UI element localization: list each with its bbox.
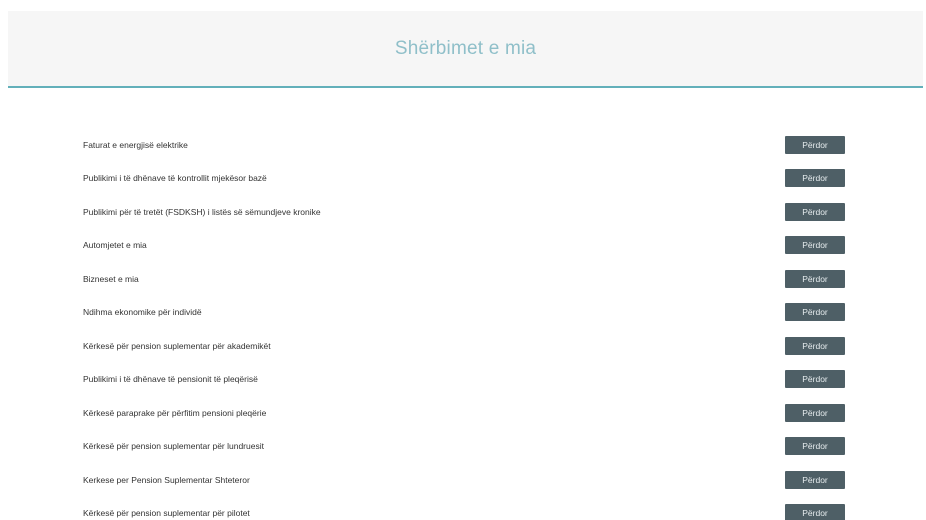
use-service-button[interactable]: Përdor: [785, 169, 845, 188]
service-row: Automjetet e mia Përdor: [0, 229, 926, 263]
use-service-button[interactable]: Përdor: [785, 403, 845, 422]
service-label: Kërkesë paraprake për përfitim pensioni …: [83, 407, 267, 418]
page-header: Shërbimet e mia: [8, 11, 923, 88]
service-row: Bizneset e mia Përdor: [0, 262, 926, 296]
service-row: Kerkese per Pension Suplementar Shtetero…: [0, 463, 926, 497]
services-list: Faturat e energjisë elektrike Përdor Pub…: [0, 128, 926, 520]
service-row: Publikimi i të dhënave të kontrollit mje…: [0, 162, 926, 196]
service-label: Publikimi i të dhënave të kontrollit mje…: [83, 173, 267, 184]
service-row: Ndihma ekonomike për individë Përdor: [0, 296, 926, 330]
service-row: Faturat e energjisë elektrike Përdor: [0, 128, 926, 162]
service-row: Kërkesë për pension suplementar për lund…: [0, 430, 926, 464]
service-label: Ndihma ekonomike për individë: [83, 307, 202, 318]
service-row: Kërkesë paraprake për përfitim pensioni …: [0, 396, 926, 430]
use-service-button[interactable]: Përdor: [785, 336, 845, 355]
services-page: Shërbimet e mia Faturat e energjisë elek…: [0, 0, 926, 520]
service-label: Kërkesë për pension suplementar për akad…: [83, 340, 271, 351]
service-label: Kerkese per Pension Suplementar Shtetero…: [83, 474, 250, 485]
service-row: Kërkesë për pension suplementar për akad…: [0, 329, 926, 363]
use-service-button[interactable]: Përdor: [785, 236, 845, 255]
service-label: Automjetet e mia: [83, 240, 147, 251]
use-service-button[interactable]: Përdor: [785, 370, 845, 389]
service-row: Kërkesë për pension suplementar për pilo…: [0, 497, 926, 520]
service-label: Bizneset e mia: [83, 273, 139, 284]
use-service-button[interactable]: Përdor: [785, 303, 845, 322]
service-label: Kërkesë për pension suplementar për pilo…: [83, 508, 250, 519]
service-label: Publikimi për të tretët (FSDKSH) i listë…: [83, 206, 321, 217]
use-service-button[interactable]: Përdor: [785, 437, 845, 456]
service-row: Publikimi për të tretët (FSDKSH) i listë…: [0, 195, 926, 229]
use-service-button[interactable]: Përdor: [785, 504, 845, 520]
use-service-button[interactable]: Përdor: [785, 202, 845, 221]
service-label: Kërkesë për pension suplementar për lund…: [83, 441, 264, 452]
service-label: Publikimi i të dhënave të pensionit të p…: [83, 374, 258, 385]
service-row: Publikimi i të dhënave të pensionit të p…: [0, 363, 926, 397]
use-service-button[interactable]: Përdor: [785, 135, 845, 154]
use-service-button[interactable]: Përdor: [785, 470, 845, 489]
use-service-button[interactable]: Përdor: [785, 269, 845, 288]
service-label: Faturat e energjisë elektrike: [83, 139, 188, 150]
page-title: Shërbimet e mia: [394, 37, 537, 59]
